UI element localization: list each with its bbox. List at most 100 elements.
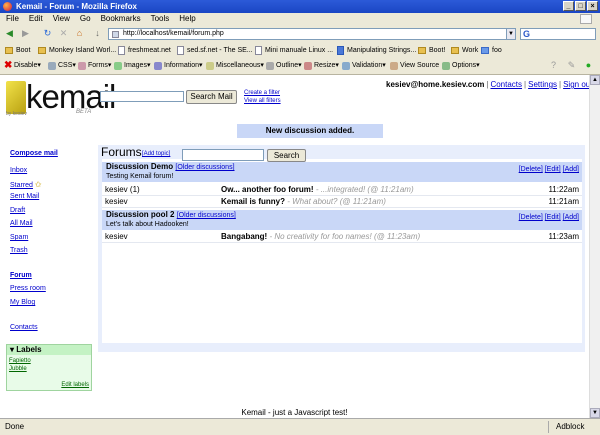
search-mail-button[interactable]: Search Mail (186, 90, 237, 104)
stop-icon[interactable]: ✕ (58, 28, 69, 39)
sidebar-item-contacts[interactable]: Contacts (10, 324, 38, 331)
minimize-button[interactable]: _ (563, 1, 574, 11)
web-search-input[interactable]: G (520, 28, 596, 40)
older-discussions-link[interactable]: [Older discussions] (175, 164, 234, 171)
adblock-button[interactable]: Adblock (556, 419, 584, 435)
mail-search-input[interactable] (100, 91, 184, 102)
reload-icon[interactable]: ↻ (42, 28, 53, 39)
sidebar-item-trash[interactable]: Trash (10, 247, 28, 254)
sidebar-item-forum[interactable]: Forum (10, 272, 32, 279)
close-button[interactable]: × (587, 1, 598, 11)
logo-byline: by kesiev (6, 111, 27, 117)
older-discussions-link[interactable]: [Older discussions] (177, 212, 236, 219)
delete-link[interactable]: [Delete] (519, 166, 543, 173)
label-item[interactable]: Jubble (9, 366, 27, 372)
bookmark-item[interactable]: Manipulating Strings... (336, 43, 416, 58)
download-icon[interactable]: ↓ (92, 28, 103, 39)
edit-labels-link[interactable]: Edit labels (61, 382, 89, 388)
create-filter-link[interactable]: Create a filter (244, 90, 280, 96)
url-input[interactable]: http://localhost/kemail/forum.php (108, 28, 516, 40)
compose-mail-link[interactable]: Compose mail (10, 150, 58, 157)
information-icon (154, 62, 162, 70)
edit-link[interactable]: [Edit] (545, 214, 561, 221)
add-topic-link[interactable]: [Add topic] (142, 151, 170, 157)
forum-search-input[interactable] (182, 149, 264, 161)
sidebar-item-all-mail[interactable]: All Mail (10, 220, 33, 227)
thread-row[interactable]: kesiev Kemail is funny? - What about? (@… (102, 196, 582, 208)
bookmarks-toolbar: Boot Monkey Island Worl... freshmeat.net… (0, 43, 600, 59)
resize-menu[interactable]: Resize▾ (304, 58, 339, 74)
sidebar-item-my-blog[interactable]: My Blog (10, 299, 35, 306)
account-email: kesiev@home.kesiev.com (386, 80, 485, 89)
sidebar-item-sent[interactable]: Sent Mail (10, 193, 39, 200)
menu-bookmarks[interactable]: Bookmarks (101, 14, 141, 23)
back-icon[interactable]: ◀ (4, 28, 15, 39)
forms-menu[interactable]: Forms▾ (78, 58, 111, 74)
menu-tools[interactable]: Tools (151, 14, 170, 23)
disable-icon: ✖ (4, 60, 13, 71)
bookmark-item[interactable]: sed.sf.net - The SE... (176, 43, 253, 58)
folder-icon (418, 47, 426, 54)
css-menu[interactable]: CSS▾ (48, 58, 76, 74)
scroll-up-icon[interactable]: ▲ (590, 75, 600, 85)
thread-author: kesiev (105, 232, 128, 241)
menu-edit[interactable]: Edit (29, 14, 43, 23)
settings-link[interactable]: Settings (528, 80, 557, 89)
developer-toolbar: ✖ Disable▾ CSS▾ Forms▾ Images▾ Informatio… (0, 58, 600, 75)
miscellaneous-menu[interactable]: Miscellaneous▾ (206, 58, 264, 74)
add-link[interactable]: [Add] (563, 214, 579, 221)
disable-menu[interactable]: ✖ Disable▾ (4, 58, 41, 74)
home-icon[interactable]: ⌂ (74, 28, 85, 39)
thread-time: 11:23am (548, 232, 579, 241)
delete-link[interactable]: [Delete] (519, 214, 543, 221)
edit-link[interactable]: [Edit] (545, 166, 561, 173)
forums-title: Forums (101, 145, 142, 159)
help-icon[interactable]: ? (548, 60, 559, 71)
forum-search-button[interactable]: Search (267, 149, 306, 162)
scroll-down-icon[interactable]: ▼ (590, 408, 600, 418)
sidebar-item-draft[interactable]: Draft (10, 207, 25, 214)
vertical-scrollbar[interactable]: ▲ ▼ (589, 75, 600, 418)
images-menu[interactable]: Images▾ (114, 58, 150, 74)
label-item[interactable]: Fapietto (9, 358, 31, 364)
sign-out-link[interactable]: Sign out (563, 80, 589, 89)
sidebar-item-spam[interactable]: Spam (10, 234, 28, 241)
status-divider (548, 421, 549, 433)
contacts-link[interactable]: Contacts (490, 80, 522, 89)
css-icon (48, 62, 56, 70)
bookmark-item[interactable]: Work (451, 43, 478, 58)
forward-icon[interactable]: ▶ (20, 28, 31, 39)
bookmark-item[interactable]: Mini manuale Linux ... (254, 43, 333, 58)
sidebar-item-starred[interactable]: Starred ✩ (10, 180, 42, 189)
validation-menu[interactable]: Validation▾ (342, 58, 386, 74)
bookmark-item[interactable]: Monkey Island Worl... (38, 43, 116, 58)
bookmark-item[interactable]: foo (481, 43, 502, 58)
bookmark-item[interactable]: Boot! (418, 43, 445, 58)
status-bar: Done Adblock (0, 418, 600, 435)
view-source-button[interactable]: View Source (390, 58, 439, 74)
menu-bar: File Edit View Go Bookmarks Tools Help (0, 13, 600, 25)
options-menu[interactable]: Options▾ (442, 58, 480, 74)
labels-header[interactable]: ▾ Labels (7, 345, 91, 355)
sidebar-item-press-room[interactable]: Press room (10, 285, 46, 292)
sidebar-item-inbox[interactable]: Inbox (10, 167, 27, 174)
menu-go[interactable]: Go (80, 14, 91, 23)
thread-row[interactable]: kesiev (1) Ow... another foo forum! - ..… (102, 184, 582, 196)
page-content: kemail by kesiev BETA Search Mail Create… (0, 75, 589, 418)
information-menu[interactable]: Information▾ (154, 58, 203, 74)
bookmark-item[interactable]: freshmeat.net (117, 43, 171, 58)
url-text: http://localhost/kemail/forum.php (123, 30, 224, 37)
outline-menu[interactable]: Outline▾ (266, 58, 302, 74)
add-link[interactable]: [Add] (563, 166, 579, 173)
bookmark-item[interactable]: Boot (5, 43, 30, 58)
view-filters-link[interactable]: View all filters (244, 98, 281, 104)
tools-icon[interactable]: ✎ (566, 60, 577, 71)
maximize-button[interactable]: □ (575, 1, 586, 11)
thread-snippet: - What about? (@ 11:21am) (285, 197, 386, 206)
navigation-toolbar: ◀ ▶ ↻ ✕ ⌂ ↓ http://localhost/kemail/foru… (0, 25, 600, 44)
menu-file[interactable]: File (6, 14, 19, 23)
url-dropdown-icon[interactable]: ▼ (506, 28, 516, 40)
menu-help[interactable]: Help (179, 14, 195, 23)
menu-view[interactable]: View (53, 14, 70, 23)
thread-row[interactable]: kesiev Bangabang! - No creativity for fo… (102, 231, 582, 243)
